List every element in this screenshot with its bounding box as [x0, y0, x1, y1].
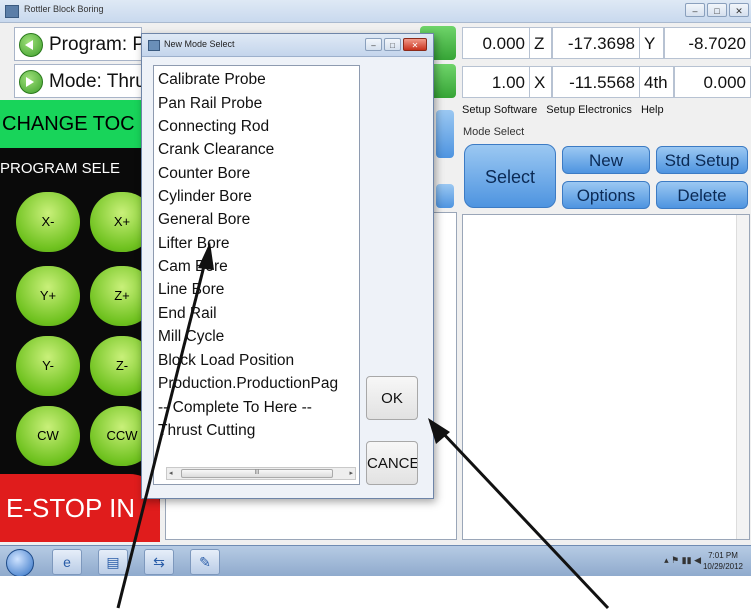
list-item[interactable]: Block Load Position [158, 349, 294, 372]
forward-arrow-icon[interactable] [19, 70, 43, 94]
window-title: Rottler Block Boring [24, 4, 104, 14]
list-item[interactable]: Cylinder Bore [158, 185, 252, 208]
std-setup-button[interactable]: Std Setup [656, 146, 748, 174]
scroll-thumb[interactable]: III [181, 469, 333, 478]
delete-button[interactable]: Delete [656, 181, 748, 209]
list-item[interactable]: Crank Clearance [158, 138, 274, 161]
minimize-button[interactable]: – [685, 3, 705, 17]
mode-select-label: Mode Select [463, 126, 525, 138]
jog-y-minus-button[interactable]: Y- [16, 336, 80, 396]
file-explorer-icon[interactable]: ▤ [98, 549, 128, 575]
list-item[interactable]: Mill Cycle [158, 325, 224, 348]
coord-value-2: 1.00 [462, 66, 530, 98]
window-controls: – □ ✕ [683, 3, 749, 18]
list-item[interactable]: Lifter Bore [158, 232, 230, 255]
coord-x-value: -11.5568 [552, 66, 640, 98]
back-arrow-icon[interactable] [19, 33, 43, 57]
dialog-title: New Mode Select [164, 39, 235, 49]
dialog-icon [148, 40, 160, 51]
blue-button-edge[interactable] [436, 110, 454, 158]
start-button[interactable] [6, 549, 34, 576]
cancel-button[interactable]: CANCE [366, 441, 418, 485]
mode-listbox[interactable]: Calibrate Probe Pan Rail Probe Connectin… [153, 65, 360, 485]
menu-bar: Setup Software Setup Electronics Help [462, 104, 670, 116]
maximize-button[interactable]: □ [707, 3, 727, 17]
coord-4th-value: 0.000 [674, 66, 751, 98]
rotate-cw-button[interactable]: CW [16, 406, 80, 466]
options-button[interactable]: Options [562, 181, 650, 209]
vertical-scrollbar[interactable] [736, 215, 749, 539]
scroll-left-icon[interactable]: ◂ [169, 469, 173, 477]
clock[interactable]: 7:01 PM 10/29/2012 [703, 550, 743, 572]
list-item[interactable]: -- Complete To Here -- [158, 396, 312, 419]
list-item[interactable]: Counter Bore [158, 162, 250, 185]
ok-button[interactable]: OK [366, 376, 418, 420]
dialog-window-controls: – □ ✕ [363, 38, 427, 51]
paint-app-icon[interactable]: ✎ [190, 549, 220, 575]
axis-label-z: Z [530, 27, 552, 59]
system-tray[interactable]: ▴ ⚑ ▮▮ ◀ [664, 555, 701, 566]
dialog-close-button[interactable]: ✕ [403, 38, 427, 51]
clock-time: 7:01 PM [708, 551, 738, 560]
axis-label-4th: 4th [640, 66, 674, 98]
new-mode-select-dialog: New Mode Select – □ ✕ Calibrate Probe Pa… [141, 33, 434, 499]
axis-label-x: X [530, 66, 552, 98]
mode-row[interactable]: Mode: Thru [14, 64, 142, 98]
list-item[interactable]: Connecting Rod [158, 115, 269, 138]
blue-button-edge-2[interactable] [436, 184, 454, 208]
list-item[interactable]: Cam Bore [158, 255, 228, 278]
coord-z-value: -17.3698 [552, 27, 640, 59]
estop-button[interactable]: E-STOP IN [0, 474, 160, 542]
app-icon [5, 5, 19, 18]
list-item[interactable]: Calibrate Probe [158, 68, 266, 91]
list-item[interactable]: End Rail [158, 302, 217, 325]
program-select-label: PROGRAM SELE [0, 160, 121, 177]
list-item[interactable]: Pan Rail Probe [158, 92, 262, 115]
dialog-maximize-button[interactable]: □ [384, 38, 401, 51]
select-button[interactable]: Select [464, 144, 556, 208]
title-bar: Rottler Block Boring – □ ✕ [0, 0, 751, 23]
coord-y-value: -8.7020 [664, 27, 751, 59]
change-tool-button[interactable]: CHANGE TOC [0, 100, 160, 148]
axis-label-y: Y [640, 27, 664, 59]
list-item[interactable]: Thrust Cutting [158, 419, 255, 442]
new-button[interactable]: New [562, 146, 650, 174]
program-label: Program: Pa [49, 34, 141, 55]
menu-help[interactable]: Help [641, 104, 664, 116]
menu-setup-electronics[interactable]: Setup Electronics [546, 104, 632, 116]
program-row[interactable]: Program: Pa [14, 27, 142, 61]
jog-y-plus-button[interactable]: Y+ [16, 266, 80, 326]
clock-date: 10/29/2012 [702, 562, 743, 571]
coord-value-1: 0.000 [462, 27, 530, 59]
internet-explorer-icon[interactable]: e [52, 549, 82, 575]
list-item[interactable]: General Bore [158, 208, 250, 231]
mode-label: Mode: Thru [49, 71, 142, 92]
dialog-minimize-button[interactable]: – [365, 38, 382, 51]
horizontal-scrollbar[interactable]: ◂ III ▸ [166, 467, 356, 480]
app-window: Rottler Block Boring – □ ✕ Program: Pa M… [0, 0, 751, 576]
taskbar: e ▤ ⇆ ✎ ▴ ⚑ ▮▮ ◀ 7:01 PM 10/29/2012 [0, 545, 751, 576]
menu-setup-software[interactable]: Setup Software [462, 104, 537, 116]
dialog-title-bar: New Mode Select – □ ✕ [142, 34, 433, 57]
list-item[interactable]: Production.ProductionPag [158, 372, 338, 395]
scroll-right-icon[interactable]: ▸ [349, 469, 353, 477]
list-item[interactable]: Line Bore [158, 278, 224, 301]
network-app-icon[interactable]: ⇆ [144, 549, 174, 575]
jog-x-minus-button[interactable]: X- [16, 192, 80, 252]
mode-list-panel[interactable] [462, 214, 750, 540]
close-button[interactable]: ✕ [729, 3, 749, 17]
